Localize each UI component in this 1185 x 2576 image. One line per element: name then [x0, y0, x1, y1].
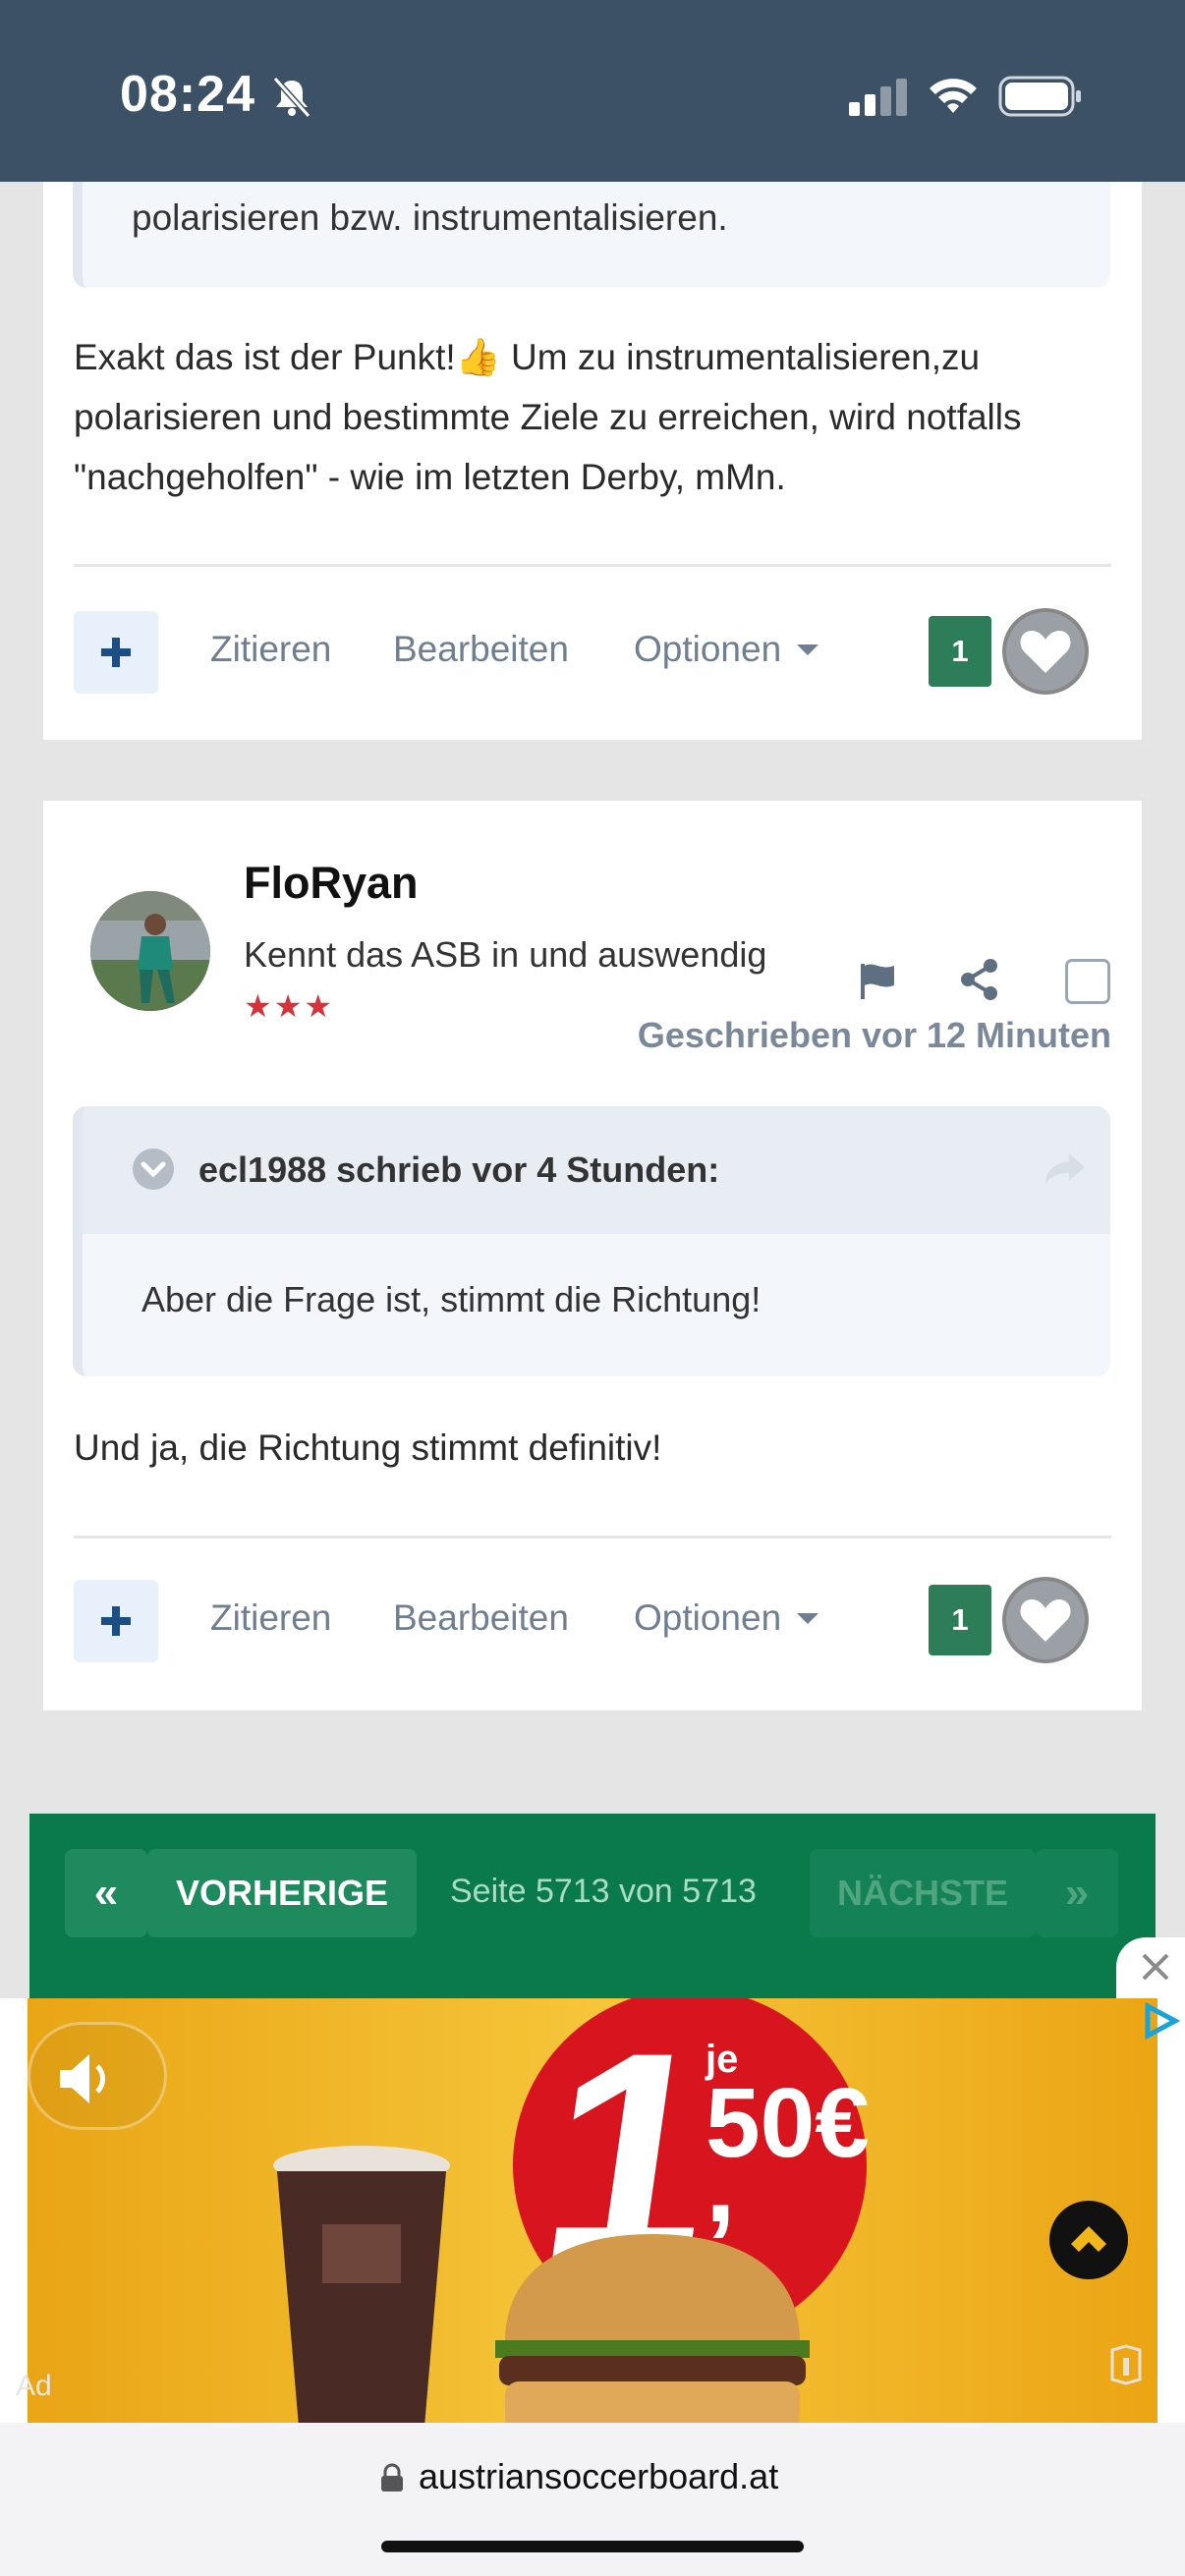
cellular-signal-icon: [849, 79, 907, 116]
share-icon[interactable]: [959, 958, 1000, 1001]
browser-address-bar[interactable]: austriansoccerboard.at: [0, 2423, 1185, 2576]
options-button[interactable]: Optionen: [634, 1597, 819, 1639]
chevron-down-circle-icon[interactable]: [132, 1148, 175, 1191]
options-button[interactable]: Optionen: [634, 629, 819, 670]
quote-header: ecl1988 schrieb vor 4 Stunden:: [83, 1106, 1110, 1234]
author-name[interactable]: FloRyan: [244, 858, 419, 909]
battery-icon: [998, 76, 1081, 117]
quote-button[interactable]: Zitieren: [210, 629, 331, 670]
bell-muted-icon: [272, 76, 311, 119]
ad-info-icon[interactable]: [1108, 2342, 1144, 2387]
burger-image: [495, 2234, 810, 2423]
caret-down-icon: [797, 644, 819, 655]
quote-author: ecl1988 schrieb vor 4 Stunden:: [198, 1149, 720, 1190]
pagination-bar: « VORHERIGE Seite 5713 von 5713 NÄCHSTE …: [29, 1814, 1156, 1998]
plus-icon: [101, 1606, 131, 1636]
go-to-quote-icon[interactable]: [1044, 1151, 1087, 1187]
avatar[interactable]: [90, 891, 210, 1011]
page-info: Seite 5713 von 5713: [450, 1873, 757, 1910]
heart-icon: [1020, 1599, 1071, 1642]
next-page-button[interactable]: NÄCHSTE: [810, 1849, 1036, 1937]
coffee-cup-image: [273, 2146, 450, 2423]
previous-page-button[interactable]: VORHERIGE: [147, 1849, 417, 1937]
wifi-icon: [930, 79, 977, 113]
edit-button[interactable]: Bearbeiten: [393, 629, 569, 670]
status-bar: 08:24: [0, 0, 1185, 182]
lock-icon: [381, 2463, 403, 2492]
ad-label: Ad: [16, 2370, 52, 2402]
add-button[interactable]: [74, 611, 158, 694]
post-content: Exakt das ist der Punkt!👍 Um zu instrume…: [74, 327, 1115, 507]
ad-banner[interactable]: 1 je , 50€: [28, 1998, 1157, 2423]
quote-block: ecl1988 schrieb vor 4 Stunden: Aber die …: [73, 1106, 1110, 1376]
add-button[interactable]: [74, 1580, 158, 1662]
divider: [74, 564, 1111, 567]
flag-icon[interactable]: [857, 960, 900, 1001]
like-button[interactable]: [1002, 1577, 1089, 1663]
options-label: Optionen: [634, 1597, 782, 1638]
post-text: Und ja, die Richtung stimmt definitiv!: [74, 1428, 662, 1468]
post-text-line: polarisieren und bestimmte Ziele zu erre…: [74, 397, 1022, 437]
speaker-icon: [60, 2054, 105, 2103]
post-timestamp[interactable]: Geschrieben vor 12 Minuten: [638, 1015, 1111, 1056]
quote-block: polarisieren bzw. instrumentalisieren.: [73, 182, 1110, 288]
select-checkbox[interactable]: [1065, 959, 1110, 1004]
divider: [74, 1536, 1111, 1539]
quote-text: Aber die Frage ist, stimmt die Richtung!: [141, 1279, 762, 1319]
last-page-button[interactable]: »: [1036, 1849, 1118, 1937]
rank-stars: ★★★: [244, 988, 335, 1024]
adchoices-icon[interactable]: [1138, 1998, 1183, 2044]
like-count: 1: [929, 616, 991, 687]
url-text[interactable]: austriansoccerboard.at: [419, 2456, 778, 2497]
ad-close-tab[interactable]: [1116, 1937, 1185, 1998]
edit-button[interactable]: Bearbeiten: [393, 1597, 569, 1639]
caret-down-icon: [797, 1613, 819, 1624]
author-rank: Kennt das ASB in und auswendig: [244, 934, 767, 975]
chevron-up-icon: [1071, 2226, 1106, 2252]
options-label: Optionen: [634, 629, 782, 669]
post-text-line: "nachgeholfen" - wie im letzten Derby, m…: [74, 457, 786, 497]
price-small: 50€: [705, 2068, 870, 2178]
ad-sound-button[interactable]: [28, 2022, 167, 2130]
post-card: FloRyan Kennt das ASB in und auswendig ★…: [43, 801, 1142, 1710]
home-indicator[interactable]: [381, 2541, 804, 2552]
quote-button[interactable]: Zitieren: [210, 1597, 331, 1639]
quote-text: polarisieren bzw. instrumentalisieren.: [132, 197, 728, 238]
plus-icon: [101, 638, 131, 667]
heart-icon: [1020, 631, 1071, 673]
ad-scroll-up-button[interactable]: [1049, 2201, 1128, 2279]
like-count: 1: [929, 1585, 991, 1655]
status-time: 08:24: [120, 66, 255, 123]
close-icon[interactable]: [1140, 1951, 1171, 1983]
post-card: polarisieren bzw. instrumentalisieren. E…: [43, 182, 1142, 740]
ad-container: 1 je , 50€ Ad: [0, 1998, 1185, 2423]
first-page-button[interactable]: «: [65, 1849, 147, 1937]
post-text-line: Exakt das ist der Punkt!👍 Um zu instrume…: [74, 337, 981, 377]
like-button[interactable]: [1002, 608, 1089, 695]
avatar-image: [90, 891, 210, 1011]
